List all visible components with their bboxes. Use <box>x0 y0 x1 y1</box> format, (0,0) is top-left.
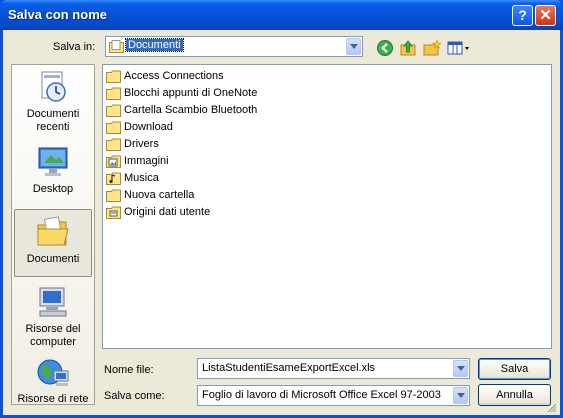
desktop-icon <box>38 147 68 176</box>
list-item[interactable]: Cartella Scambio Bluetooth <box>106 102 257 118</box>
file-name: Blocchi appunti di OneNote <box>124 87 258 99</box>
file-name: Download <box>124 121 173 133</box>
filename-input[interactable]: ListaStudentiEsameExportExcel.xls <box>197 358 470 379</box>
place-recent-documents[interactable]: Documenti recenti <box>14 70 92 134</box>
chevron-down-icon[interactable] <box>346 38 361 55</box>
chevron-down-icon[interactable] <box>453 387 468 404</box>
back-icon[interactable] <box>376 39 394 57</box>
save-as-dialog: Salva con nome ? ✕ Salva in: Documenti D… <box>0 0 563 418</box>
list-item[interactable]: Drivers <box>106 136 159 152</box>
title-bar[interactable]: Salva con nome ? ✕ <box>0 0 563 30</box>
place-label: Risorse di rete <box>17 393 89 405</box>
documents-folder-icon <box>37 216 69 246</box>
place-label: Documenti <box>26 253 80 265</box>
file-name: Drivers <box>124 138 159 150</box>
resize-grip-icon[interactable] <box>547 403 557 413</box>
folder-icon <box>106 87 121 100</box>
list-item[interactable]: Nuova cartella <box>106 187 194 203</box>
savein-value: Documenti <box>125 38 184 52</box>
list-item[interactable]: Download <box>106 119 173 135</box>
place-label: Desktop <box>32 183 74 195</box>
cancel-button[interactable]: Annulla <box>478 384 551 406</box>
folder-icon <box>106 189 121 202</box>
folder-icon <box>106 104 121 117</box>
data-sources-folder-icon <box>106 206 121 219</box>
filename-value: ListaStudentiEsameExportExcel.xls <box>202 362 376 374</box>
place-documents[interactable]: Documenti <box>14 209 92 277</box>
chevron-down-icon[interactable] <box>453 360 468 377</box>
folder-icon <box>106 138 121 151</box>
savein-combo[interactable]: Documenti <box>105 36 363 57</box>
folder-icon <box>106 70 121 83</box>
list-item[interactable]: Blocchi appunti di OneNote <box>106 85 257 101</box>
filetype-value: Foglio di lavoro di Microsoft Office Exc… <box>202 389 441 401</box>
file-name: Origini dati utente <box>124 206 211 218</box>
place-my-computer[interactable]: Risorse del computer <box>14 285 92 349</box>
file-name: Access Connections <box>124 70 224 82</box>
help-button[interactable]: ? <box>512 5 533 26</box>
places-bar: Documenti recenti Desktop Documenti Riso… <box>11 64 95 405</box>
folder-icon <box>106 121 121 134</box>
music-folder-icon <box>106 172 121 185</box>
my-computer-icon <box>39 287 67 317</box>
file-name: Immagini <box>124 155 169 167</box>
list-item[interactable]: Access Connections <box>106 68 224 84</box>
savein-label: Salva in: <box>53 41 96 53</box>
list-item[interactable]: Origini dati utente <box>106 204 210 220</box>
file-name: Musica <box>124 172 159 184</box>
place-network[interactable]: Risorse di rete <box>14 355 92 405</box>
place-label: Risorse del computer <box>25 323 81 348</box>
file-list[interactable]: Access Connections Blocchi appunti di On… <box>102 64 552 349</box>
window-title: Salva con nome <box>8 7 107 22</box>
view-menu-icon[interactable] <box>447 39 471 57</box>
recent-documents-icon <box>41 71 66 102</box>
up-folder-icon[interactable] <box>399 39 417 57</box>
close-button[interactable]: ✕ <box>535 5 556 26</box>
list-item[interactable]: Immagini <box>106 153 169 169</box>
list-item[interactable]: Musica <box>106 170 159 186</box>
save-button[interactable]: Salva <box>478 358 551 380</box>
file-name: Nuova cartella <box>124 189 195 201</box>
filetype-select[interactable]: Foglio di lavoro di Microsoft Office Exc… <box>197 385 470 406</box>
filename-label: Nome file: <box>104 364 154 376</box>
place-label: Documenti recenti <box>26 108 80 133</box>
new-folder-icon[interactable] <box>423 39 441 57</box>
place-desktop[interactable]: Desktop <box>14 145 92 195</box>
pictures-folder-icon <box>106 155 121 168</box>
network-places-icon <box>37 359 69 386</box>
file-name: Cartella Scambio Bluetooth <box>124 104 258 116</box>
filetype-label: Salva come: <box>104 390 165 402</box>
documents-folder-icon <box>109 40 124 53</box>
dialog-body: Salva in: Documenti Documenti recenti De… <box>3 30 560 415</box>
